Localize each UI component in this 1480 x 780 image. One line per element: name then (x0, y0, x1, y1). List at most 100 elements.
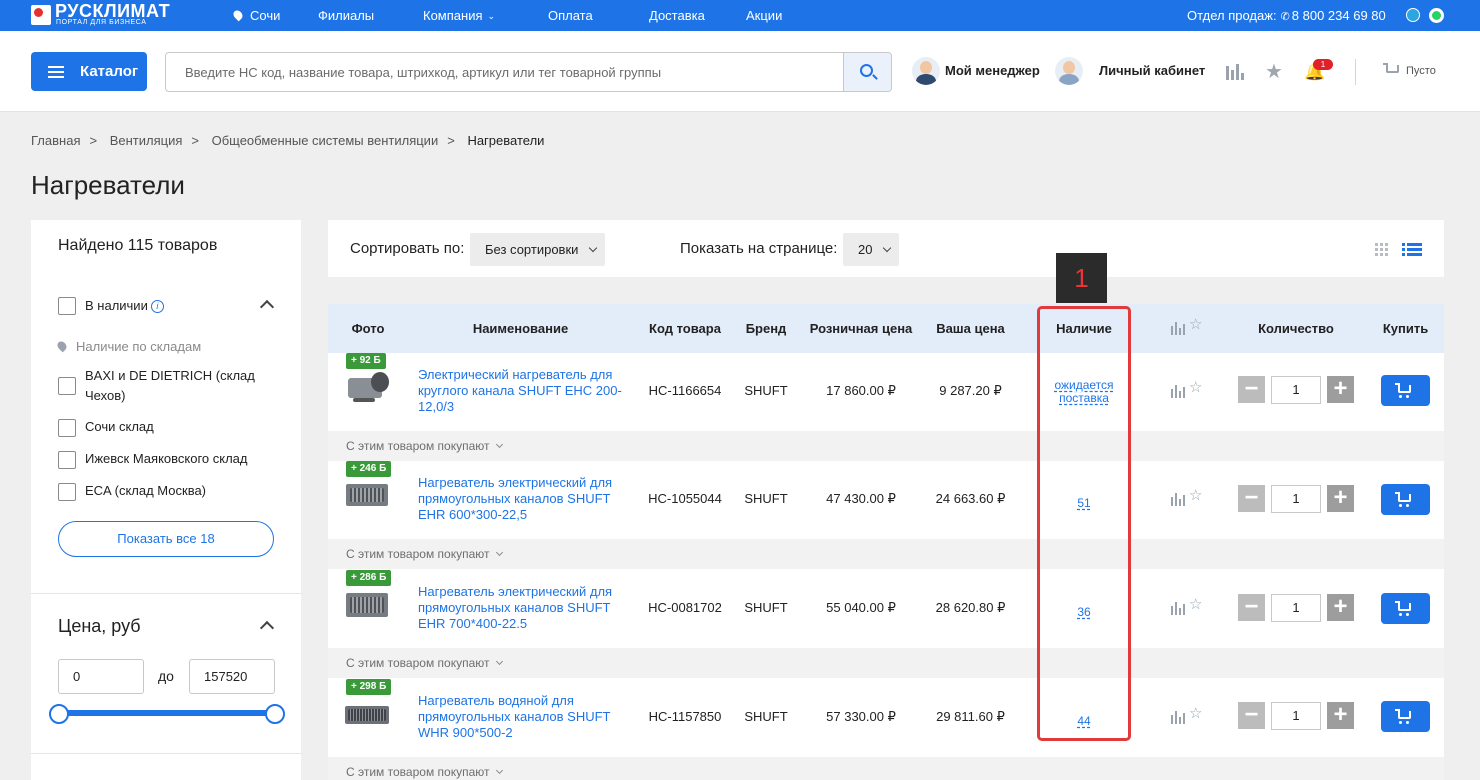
favorite-star-icon[interactable]: ☆ (1189, 380, 1202, 396)
product-photo[interactable] (345, 370, 391, 406)
telegram-icon[interactable] (1406, 8, 1420, 22)
price-to-label: до (158, 668, 174, 684)
product-name-link[interactable]: Нагреватель электрический для прямоуголь… (418, 475, 628, 523)
product-name-link[interactable]: Нагреватель водяной для прямоугольных ка… (418, 693, 628, 741)
show-all-warehouses-button[interactable]: Показать все 18 (58, 521, 274, 557)
product-photo[interactable] (345, 696, 391, 732)
add-to-cart-button[interactable] (1381, 484, 1430, 515)
product-brand: SHUFT (744, 491, 788, 506)
list-view-icon[interactable] (1402, 243, 1422, 257)
add-to-cart-button[interactable] (1381, 593, 1430, 624)
also-bought-toggle[interactable]: С этим товаром покупают (328, 539, 1444, 569)
favorite-star-icon[interactable]: ☆ (1189, 706, 1202, 722)
breadcrumb-ventilation[interactable]: Вентиляция (110, 133, 183, 148)
quantity-decrease-button[interactable]: − (1238, 376, 1265, 403)
quantity-input[interactable]: 1 (1271, 702, 1321, 730)
nav-company-label: Компания (423, 8, 483, 23)
favorite-star-icon[interactable]: ☆ (1189, 488, 1202, 504)
per-page-dropdown[interactable]: 20 (843, 233, 899, 266)
quantity-decrease-button[interactable]: − (1238, 594, 1265, 621)
search-bar (165, 52, 892, 92)
quantity-increase-button[interactable]: + (1327, 376, 1354, 403)
favorites-star-icon[interactable]: ★ (1264, 62, 1284, 82)
manager-avatar (912, 57, 940, 85)
also-bought-toggle[interactable]: С этим товаром покупают (328, 757, 1444, 780)
cart-icon (1398, 385, 1411, 393)
product-name-link[interactable]: Нагреватель электрический для прямоуголь… (418, 584, 628, 632)
quantity-increase-button[interactable]: + (1327, 702, 1354, 729)
chevron-down-icon (496, 766, 504, 775)
your-price: 28 620.80 ₽ (935, 600, 1006, 615)
warehouse-label-chekhov: BAXI и DE DIETRICH (склад Чехов) (85, 368, 255, 403)
sort-dropdown[interactable]: Без сортировки (470, 233, 605, 266)
nav-promotions[interactable]: Акции (746, 8, 782, 23)
quantity-decrease-button[interactable]: − (1238, 702, 1265, 729)
product-name-link[interactable]: Электрический нагреватель для круглого к… (418, 367, 628, 415)
nav-company[interactable]: Компания ⌄ (423, 8, 495, 24)
brand-logo[interactable]: РУСКЛИМАТ ПОРТАЛ ДЛЯ БИЗНЕСА (31, 2, 176, 29)
header-compare-favorite: ☆ (1171, 317, 1211, 335)
products-table: Фото Наименование Код товара Бренд Розни… (328, 304, 1444, 780)
collapse-price-chevron-icon[interactable] (259, 620, 275, 636)
product-photo[interactable] (345, 587, 391, 623)
warehouse-checkbox-eca[interactable] (58, 483, 76, 501)
top-bar: РУСКЛИМАТ ПОРТАЛ ДЛЯ БИЗНЕСА Сочи Филиал… (0, 0, 1480, 31)
price-slider-min-handle[interactable] (49, 704, 69, 724)
breadcrumb-home[interactable]: Главная (31, 133, 80, 148)
chevron-down-icon (496, 548, 504, 557)
your-price: 9 287.20 ₽ (939, 383, 1002, 398)
also-bought-toggle[interactable]: С этим товаром покупают (328, 431, 1444, 461)
price-slider-max-handle[interactable] (265, 704, 285, 724)
breadcrumb: Главная > Вентиляция > Общеобменные систем… (31, 133, 545, 148)
annotation-marker: 1 (1056, 253, 1107, 303)
personal-cabinet-link[interactable]: Личный кабинет (1055, 57, 1205, 87)
favorite-star-icon[interactable]: ☆ (1189, 597, 1202, 613)
product-code: НС-1157850 (648, 709, 722, 724)
grid-view-icon[interactable] (1375, 243, 1389, 257)
quantity-input[interactable]: 1 (1271, 594, 1321, 622)
bonus-badge: + 286 Б (346, 570, 392, 586)
nav-branches[interactable]: Филиалы (318, 8, 374, 23)
my-manager-link[interactable]: Мой менеджер (912, 57, 1040, 87)
sales-phone[interactable]: 8 800 234 69 80 (1292, 8, 1386, 23)
info-icon[interactable]: i (150, 300, 164, 313)
warehouse-checkbox-sochi[interactable] (58, 419, 76, 437)
add-to-cart-button[interactable] (1381, 375, 1430, 406)
price-slider-track[interactable] (58, 710, 274, 716)
notifications-bell-icon[interactable]: 🔔 1 (1304, 59, 1333, 82)
quantity-increase-button[interactable]: + (1327, 594, 1354, 621)
product-brand: SHUFT (744, 709, 788, 724)
catalog-label: Каталог (80, 63, 139, 80)
catalog-button[interactable]: Каталог (31, 52, 147, 91)
price-from-input[interactable]: 0 (58, 659, 144, 694)
cart-link[interactable]: Пусто (1383, 63, 1436, 79)
search-input[interactable] (166, 53, 843, 91)
whatsapp-icon[interactable] (1429, 8, 1444, 23)
price-to-input[interactable]: 157520 (189, 659, 275, 694)
availability-column-highlight (1037, 306, 1131, 741)
warehouse-checkbox-izhevsk[interactable] (58, 451, 76, 469)
compare-chart-icon[interactable] (1224, 62, 1244, 82)
product-photo[interactable] (345, 478, 391, 514)
breadcrumb-systems[interactable]: Общеобменные системы вентиляции (212, 133, 439, 148)
sidebar-divider (31, 753, 301, 754)
per-page-label: Показать на странице: (680, 240, 838, 257)
retail-price: 47 430.00 ₽ (826, 491, 896, 506)
quantity-increase-button[interactable]: + (1327, 485, 1354, 512)
search-button[interactable] (843, 53, 891, 91)
retail-price: 55 040.00 ₽ (826, 600, 896, 615)
quantity-decrease-button[interactable]: − (1238, 485, 1265, 512)
collapse-stock-chevron-icon[interactable] (259, 299, 275, 315)
nav-payment[interactable]: Оплата (548, 8, 593, 23)
warehouse-checkbox-chekhov[interactable] (58, 377, 76, 395)
product-brand: SHUFT (744, 600, 788, 615)
found-count: Найдено 115 товаров (58, 237, 218, 254)
nav-delivery[interactable]: Доставка (649, 8, 705, 23)
table-row: + 286 Б Нагреватель электрический для пр… (328, 570, 1444, 648)
quantity-input[interactable]: 1 (1271, 376, 1321, 404)
city-selector[interactable]: Сочи (231, 8, 280, 23)
quantity-input[interactable]: 1 (1271, 485, 1321, 513)
add-to-cart-button[interactable] (1381, 701, 1430, 732)
in-stock-checkbox[interactable] (58, 297, 76, 315)
also-bought-toggle[interactable]: С этим товаром покупают (328, 648, 1444, 678)
